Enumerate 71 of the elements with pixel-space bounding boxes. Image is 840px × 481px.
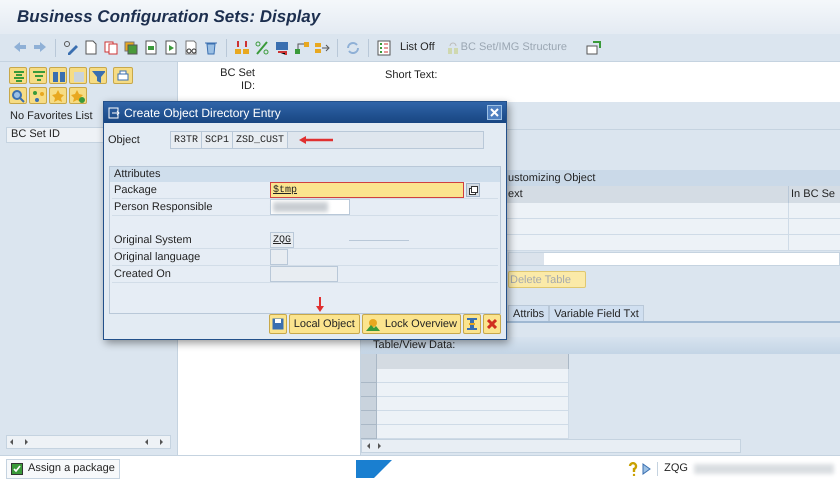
close-icon	[487, 319, 497, 329]
star-plus-button[interactable]	[69, 87, 87, 104]
checkmark-icon	[11, 462, 23, 474]
filter-button[interactable]	[89, 67, 107, 84]
star-button[interactable]	[49, 87, 67, 104]
section-header: Table/View Data:	[361, 337, 840, 354]
field-label: Original language	[113, 250, 202, 265]
glasses-icon[interactable]	[183, 40, 199, 56]
magnifier-icon	[11, 88, 25, 102]
column-header[interactable]: In BC Se	[789, 186, 840, 203]
close-icon	[490, 108, 499, 117]
copy-icon	[468, 186, 478, 194]
value-help-button[interactable]	[466, 183, 480, 197]
object-field: R3TR	[171, 132, 202, 148]
system-name: ZQG	[664, 461, 688, 476]
tab[interactable]: Attribs	[508, 305, 550, 321]
redacted-text	[273, 202, 328, 212]
copy-icon[interactable]	[123, 40, 139, 56]
document-icon[interactable]	[83, 40, 99, 56]
star-plus-icon	[71, 88, 85, 102]
pencil-icon[interactable]	[63, 40, 79, 56]
return-button[interactable]	[463, 314, 481, 334]
horizontal-scrollbar[interactable]	[6, 435, 171, 449]
status-message: Assign a package	[6, 458, 120, 478]
object-field: ZSD_CUST	[233, 132, 288, 148]
dialog-title: Create Object Directory Entry	[124, 104, 282, 122]
filter-lines-button[interactable]	[29, 67, 47, 84]
save-button[interactable]	[268, 314, 287, 334]
field-label: Short Text:	[385, 68, 438, 83]
network-button[interactable]	[29, 87, 47, 104]
print-button[interactable]	[113, 67, 133, 84]
field-label: BC Set ID:	[219, 67, 255, 93]
input-field[interactable]: $tmp	[270, 182, 464, 198]
horizontal-scrollbar[interactable]	[508, 252, 840, 266]
group-title: Attributes	[110, 167, 500, 182]
sap-logo-icon	[356, 460, 392, 478]
play-icon[interactable]	[641, 462, 652, 474]
list-icon[interactable]	[376, 40, 392, 56]
hierarchy-icon[interactable]	[294, 40, 310, 56]
magnifier-button[interactable]	[9, 87, 27, 104]
filter-lines-icon	[31, 68, 45, 82]
percent-icon[interactable]	[254, 40, 270, 56]
star-icon	[51, 88, 65, 102]
mountain-icon	[366, 318, 380, 330]
field-label: Package	[113, 182, 158, 198]
align-button[interactable]	[9, 67, 27, 84]
lock-overview-button[interactable]: Lock Overview	[362, 314, 461, 334]
copy-icon[interactable]	[103, 40, 119, 56]
annotation-arrow	[299, 135, 333, 145]
field-label: Original System	[113, 232, 193, 248]
align-icon	[11, 68, 25, 82]
network-icon	[31, 88, 45, 102]
filter-icon	[91, 68, 105, 82]
field-label: Created On	[113, 266, 172, 282]
printer-icon	[116, 68, 130, 82]
favorites-label: No Favorites List	[10, 109, 93, 124]
window-title: Business Configuration Sets: Display	[17, 6, 320, 28]
close-button[interactable]	[487, 105, 502, 120]
field-label: Person Responsible	[113, 200, 214, 215]
object-field: SCP1	[202, 132, 234, 148]
cancel-button[interactable]	[483, 314, 501, 334]
tab[interactable]: Variable Field Txt	[549, 305, 644, 321]
help-icon[interactable]	[628, 462, 638, 476]
input-field[interactable]	[270, 199, 350, 215]
horizontal-scrollbar[interactable]	[361, 439, 741, 453]
document-icon[interactable]	[143, 40, 159, 56]
trash-icon[interactable]	[203, 40, 219, 56]
display-field: ZQG	[270, 232, 294, 248]
toolbar-button[interactable]: List Off	[396, 39, 439, 56]
annotation-arrow	[314, 297, 325, 313]
document-icon[interactable]	[163, 40, 179, 56]
